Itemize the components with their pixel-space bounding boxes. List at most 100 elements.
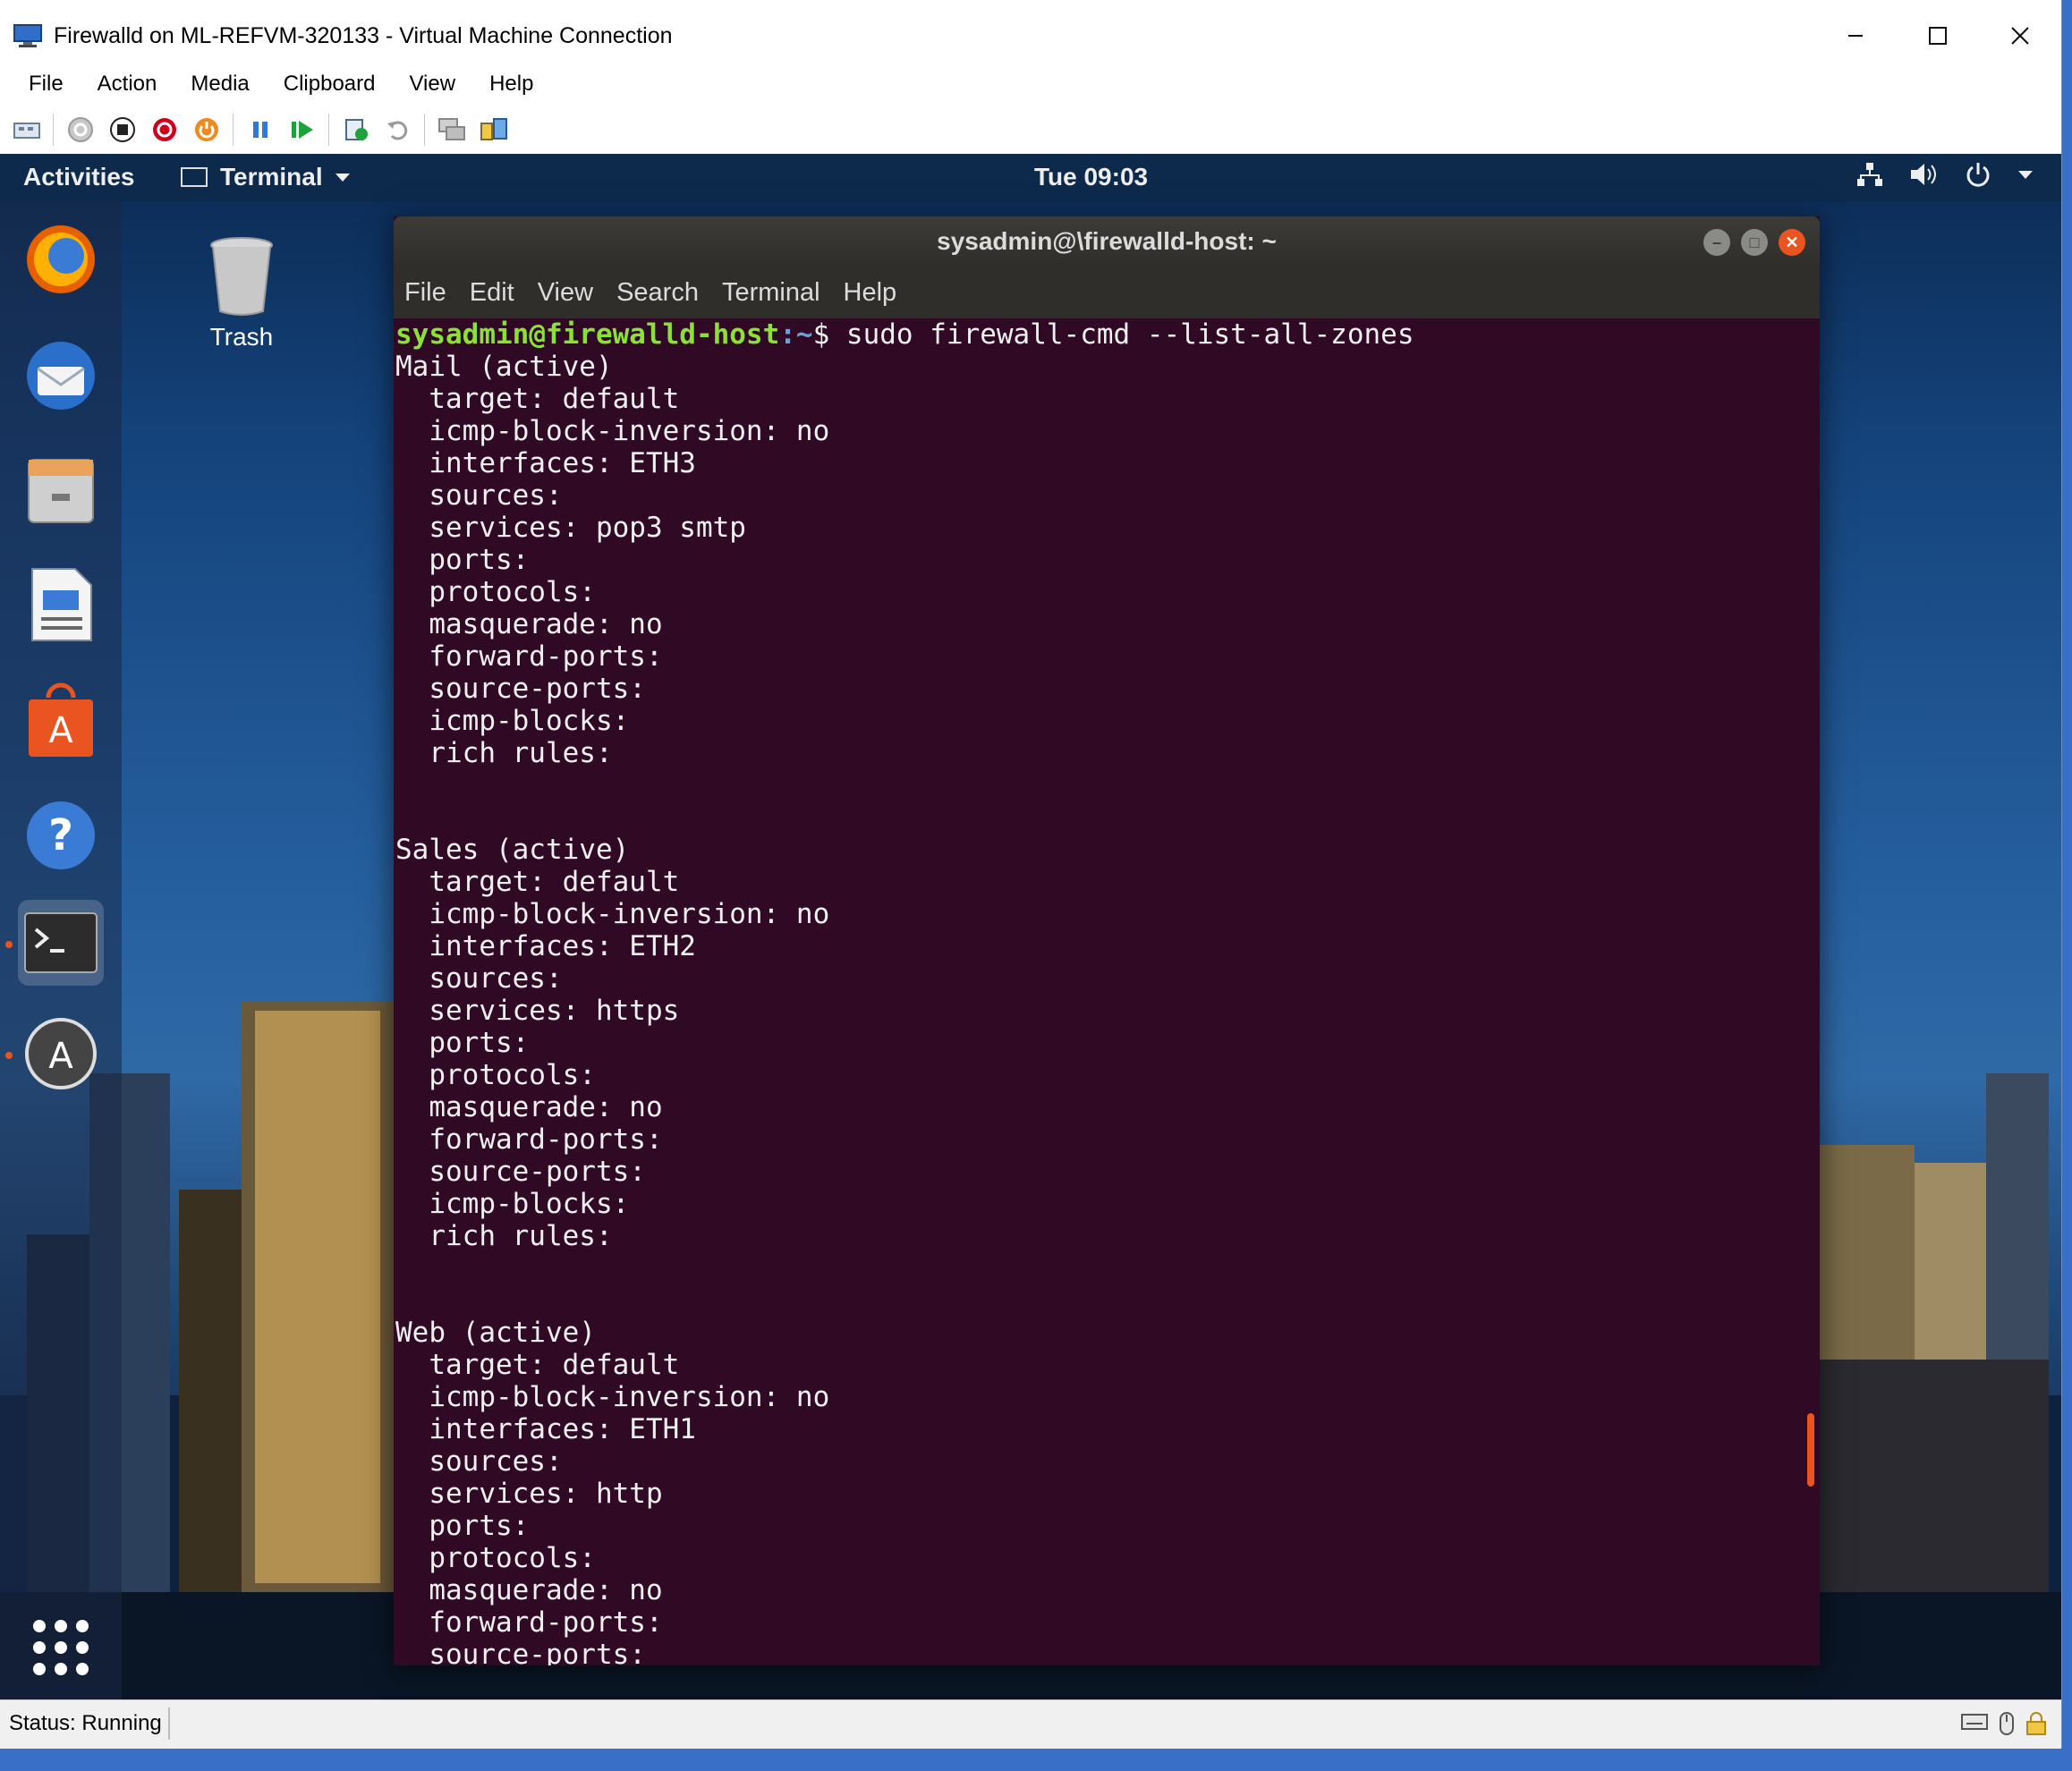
- maximize-icon: □: [1749, 233, 1760, 251]
- dock-software-updater[interactable]: A: [18, 1011, 104, 1097]
- app-menu[interactable]: Terminal: [181, 163, 352, 191]
- toolbar-separator: [53, 114, 54, 146]
- show-applications-button[interactable]: [18, 1605, 104, 1690]
- terminal-output[interactable]: sysadmin@firewalld-host:~$ sudo firewall…: [395, 318, 1820, 1665]
- activities-button[interactable]: Activities: [23, 163, 135, 191]
- turn-off-icon: [110, 117, 135, 142]
- prompt-user: sysadmin@firewalld-host: [395, 318, 780, 351]
- system-tray[interactable]: [1855, 161, 2034, 188]
- minimize-button[interactable]: [1814, 0, 1897, 72]
- terminal-window-controls: – □ ✕: [1703, 229, 1805, 256]
- close-icon: [2011, 27, 2029, 45]
- terminal-app-icon: [181, 167, 208, 187]
- menu-action[interactable]: Action: [98, 72, 157, 97]
- resume-icon: [292, 121, 313, 139]
- prompt-sign: $: [812, 318, 846, 351]
- terminal-minimize-button[interactable]: –: [1703, 229, 1730, 256]
- power-icon: [1966, 163, 1990, 187]
- terminal-menu-help[interactable]: Help: [844, 278, 897, 308]
- help-icon: ?: [27, 801, 95, 869]
- dock-files[interactable]: [18, 447, 104, 533]
- start-button[interactable]: [65, 114, 96, 145]
- dock-firefox[interactable]: [18, 216, 104, 302]
- terminal-menu-terminal[interactable]: Terminal: [722, 278, 820, 308]
- vm-connection-icon: [13, 24, 42, 47]
- software-updater-icon: A: [25, 1018, 97, 1089]
- turn-off-button[interactable]: [107, 114, 138, 145]
- enhanced-session-icon: [438, 118, 465, 140]
- dock-ubuntu-software[interactable]: A: [18, 678, 104, 764]
- guest-screen[interactable]: Activities Terminal Tue 09:03 A ? A Tras…: [0, 154, 2061, 1699]
- status-bar: Status: Running: [0, 1699, 2061, 1749]
- menu-file[interactable]: File: [29, 72, 64, 97]
- dock-terminal[interactable]: [18, 900, 104, 986]
- gnome-top-bar: Activities Terminal Tue 09:03: [0, 154, 2061, 202]
- terminal-maximize-button[interactable]: □: [1741, 229, 1768, 256]
- chevron-down-icon: [335, 174, 350, 182]
- network-icon: [1857, 163, 1882, 186]
- terminal-close-button[interactable]: ✕: [1779, 229, 1805, 256]
- menu-media[interactable]: Media: [191, 72, 249, 97]
- command-output: Mail (active) target: default icmp-block…: [395, 351, 830, 1665]
- window-controls: [1814, 0, 2061, 72]
- start-icon: [68, 117, 93, 142]
- ctrl-alt-del-button[interactable]: [12, 114, 42, 145]
- resume-button[interactable]: [287, 114, 318, 145]
- terminal-menu-search[interactable]: Search: [616, 278, 699, 308]
- checkpoint-button[interactable]: [341, 114, 371, 145]
- desktop-trash[interactable]: Trash: [197, 234, 286, 352]
- files-icon: [28, 459, 94, 523]
- revert-button[interactable]: [383, 114, 413, 145]
- shutdown-button[interactable]: [149, 114, 180, 145]
- close-button[interactable]: [1979, 0, 2061, 72]
- share-button[interactable]: [479, 114, 509, 145]
- keyboard-icon: [1961, 1714, 1988, 1730]
- show-apps-icon: [33, 1620, 89, 1675]
- lock-icon: [2026, 1712, 2046, 1735]
- checkpoint-icon: [345, 119, 368, 140]
- minimize-icon: [1848, 35, 1863, 37]
- command-text: sudo firewall-cmd --list-all-zones: [845, 318, 1414, 351]
- dock-help[interactable]: ?: [18, 792, 104, 878]
- mouse-icon: [2000, 1712, 2014, 1735]
- save-button[interactable]: [191, 114, 222, 145]
- firefox-icon: [27, 225, 95, 293]
- pause-icon: [253, 122, 267, 138]
- terminal-icon: [24, 912, 98, 973]
- chevron-down-icon: [2018, 171, 2033, 179]
- maximize-button[interactable]: [1897, 0, 1979, 72]
- minimize-icon: –: [1711, 233, 1721, 251]
- menu-clipboard[interactable]: Clipboard: [284, 72, 376, 97]
- save-icon: [195, 118, 218, 141]
- prompt-path: :~: [779, 318, 813, 351]
- terminal-menu-edit[interactable]: Edit: [470, 278, 514, 308]
- menu-view[interactable]: View: [409, 72, 455, 97]
- revert-icon: [387, 121, 408, 140]
- dock-thunderbird[interactable]: [18, 333, 104, 419]
- menu-bar: File Action Media Clipboard View Help: [0, 66, 2061, 102]
- dock-libreoffice-writer[interactable]: [18, 562, 104, 648]
- terminal-menu-file[interactable]: File: [404, 278, 446, 308]
- status-text: Status: Running: [9, 1711, 162, 1735]
- toolbar: [0, 106, 2061, 155]
- ctrl-alt-del-icon: [13, 123, 40, 139]
- window-title: Firewalld on ML-REFVM-320133 - Virtual M…: [54, 22, 673, 48]
- trash-icon: [210, 237, 273, 316]
- enhanced-session-button[interactable]: [437, 114, 467, 145]
- terminal-window[interactable]: sysadmin@\firewalld-host: ~ – □ ✕ File E…: [394, 216, 1820, 1665]
- menu-help[interactable]: Help: [489, 72, 533, 97]
- volume-icon: [1911, 164, 1936, 185]
- app-menu-label: Terminal: [220, 163, 323, 191]
- toolbar-separator: [328, 114, 329, 146]
- status-divider: [168, 1707, 170, 1740]
- toolbar-separator: [424, 114, 425, 146]
- running-indicator: [5, 1052, 13, 1059]
- clock[interactable]: Tue 09:03: [1034, 163, 1148, 191]
- svg-text:A: A: [48, 710, 73, 751]
- terminal-scrollbar[interactable]: [1807, 1413, 1814, 1487]
- terminal-menu-view[interactable]: View: [538, 278, 593, 308]
- pause-button[interactable]: [245, 114, 276, 145]
- software-center-icon: A: [29, 682, 93, 757]
- title-bar: Firewalld on ML-REFVM-320133 - Virtual M…: [0, 0, 2061, 72]
- shutdown-icon: [153, 118, 176, 141]
